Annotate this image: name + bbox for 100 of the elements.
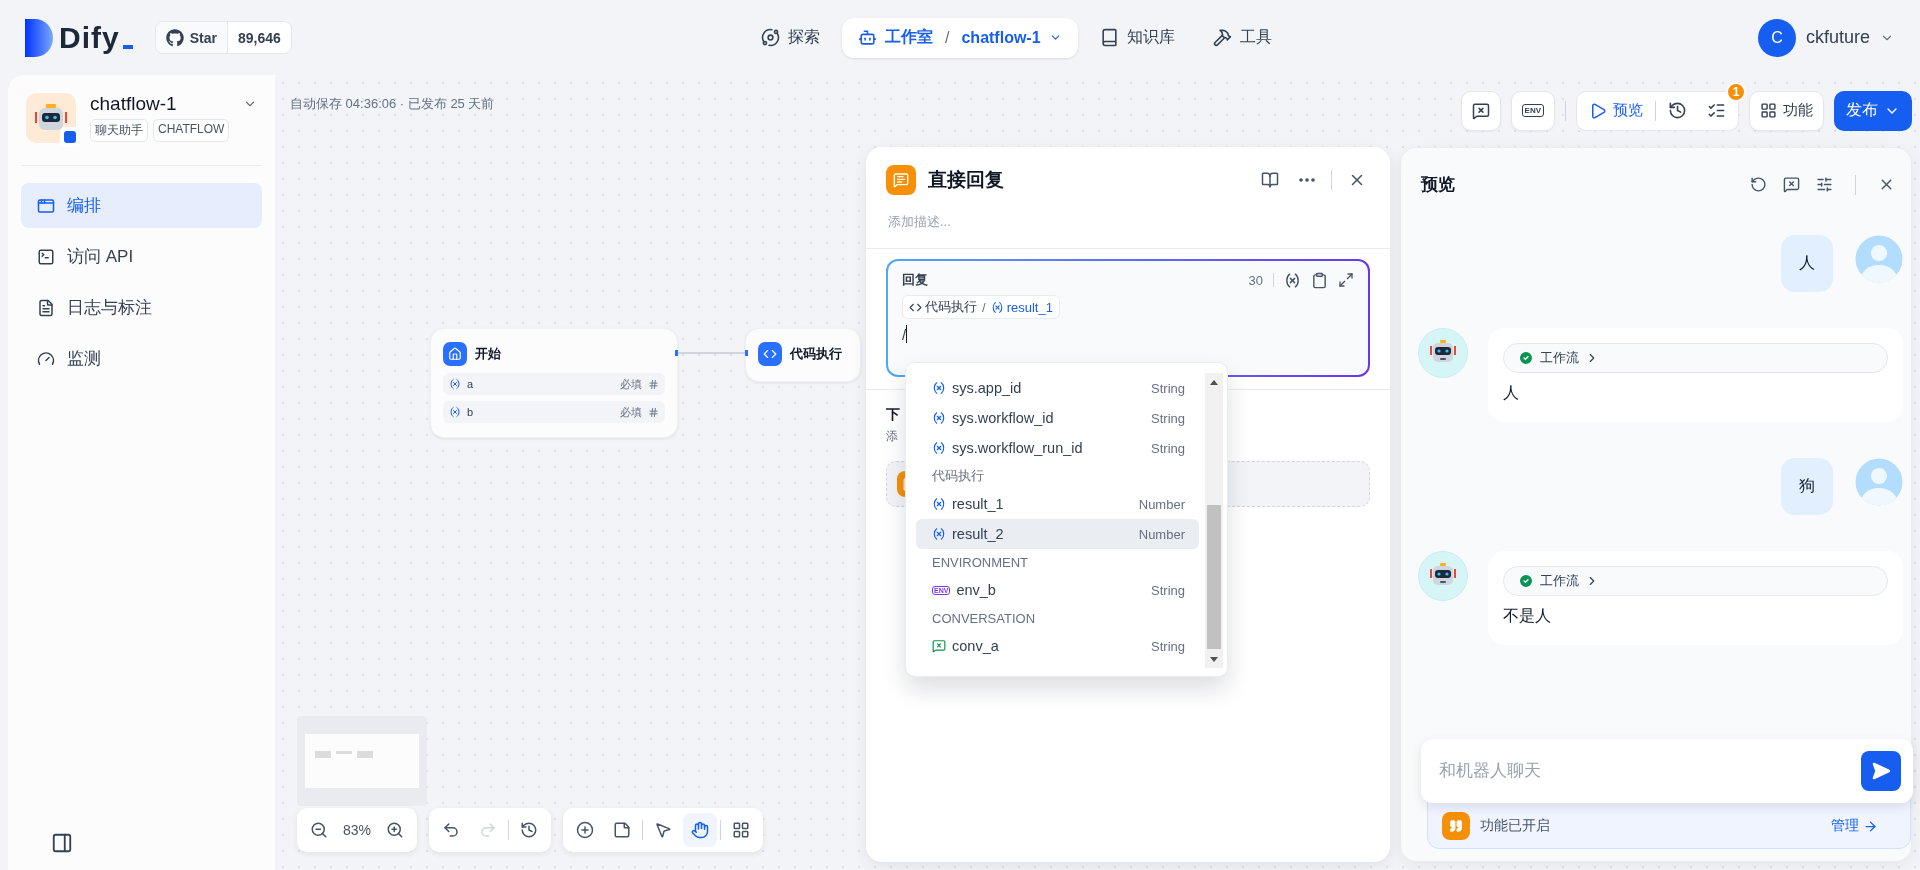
zoom-level: 83% <box>342 822 373 838</box>
bot-avatar <box>1418 328 1468 378</box>
typed-text: / <box>902 325 907 343</box>
dropdown-item[interactable]: result_2 Number <box>916 519 1199 549</box>
undo-icon <box>442 821 461 839</box>
app-tag: CHATFLOW <box>153 119 230 142</box>
field-label: 回复 <box>902 271 929 289</box>
variable-icon <box>449 378 461 390</box>
user-name: ckfuture <box>1805 27 1870 48</box>
required-label: 必填 <box>620 376 642 392</box>
github-icon <box>165 28 184 47</box>
document-icon <box>37 298 55 317</box>
checklist-icon <box>1707 101 1726 120</box>
user-message: 人 <box>1781 235 1833 292</box>
user-avatar <box>1855 235 1903 283</box>
chat-input-box[interactable]: 和机器人聊天 <box>1421 739 1913 803</box>
user-avatar <box>1855 458 1903 506</box>
autosave-status: 自动保存 04:36:06 · 已发布 25 天前 <box>290 95 495 113</box>
character-count: 30 <box>1248 272 1263 288</box>
nav-label: 工作室 <box>885 27 933 47</box>
more-icon <box>1299 178 1315 182</box>
clipboard-icon[interactable] <box>1311 271 1328 289</box>
star-button[interactable]: Star <box>155 22 228 53</box>
nav-tab[interactable]: 探索 <box>745 17 836 58</box>
variable-icon <box>932 381 946 395</box>
workflow-status[interactable]: 工作流 <box>1503 343 1888 373</box>
features-button[interactable]: 功能 <box>1749 90 1824 131</box>
text-cursor <box>906 325 908 343</box>
chat-input[interactable]: 和机器人聊天 <box>1437 760 1861 782</box>
section-description: 添 <box>886 428 898 445</box>
variable-name: a <box>467 378 474 390</box>
separator-text: / <box>982 299 986 315</box>
variable-name: b <box>467 406 474 418</box>
sidebar-item[interactable]: 访问 API <box>21 234 262 279</box>
group-label: 代码执行 <box>931 467 985 485</box>
chat-x-icon <box>1783 176 1800 193</box>
group-label: CONVERSATION <box>931 609 1037 628</box>
nav-tab[interactable]: 工具 <box>1196 17 1288 58</box>
nav-tab[interactable]: 知识库 <box>1083 17 1191 58</box>
zoom-out-icon <box>310 821 328 839</box>
nav-label: 知识库 <box>1126 27 1175 47</box>
orbit-icon <box>761 28 780 47</box>
expand-icon[interactable] <box>1338 272 1354 288</box>
message-text: 不是人 <box>1503 606 1551 626</box>
dropdown-item[interactable]: conv_a String <box>916 631 1199 661</box>
workflow-status[interactable]: 工作流 <box>1503 566 1888 596</box>
nav-label: 工具 <box>1239 27 1272 47</box>
node-name: 代码执行 <box>925 298 977 316</box>
manage-link[interactable]: 管理 <box>1831 817 1878 835</box>
start-node[interactable]: 开始 a 必填 b 必填 <box>430 328 678 438</box>
description-field[interactable]: 添加描述... <box>886 213 1370 230</box>
hand-icon <box>691 821 710 839</box>
app-name: chatflow-1 <box>961 28 1041 47</box>
hash-icon <box>648 378 659 390</box>
dropdown-item[interactable]: sys.workflow_run_id String <box>916 433 1199 463</box>
panel-title: 直接回复 <box>928 168 1005 192</box>
dropdown-item[interactable]: result_1 Number <box>916 489 1199 519</box>
logo-icon <box>25 18 53 57</box>
user-avatar[interactable]: C <box>1757 18 1796 57</box>
tool-button[interactable] <box>683 813 718 847</box>
separator-text: / <box>945 28 950 47</box>
variable-name: result_2 <box>952 526 1004 542</box>
grid-icon <box>732 821 751 839</box>
pointer-icon <box>654 821 673 839</box>
node-title: 代码执行 <box>790 345 842 363</box>
message-text: 人 <box>1503 383 1519 403</box>
env-button[interactable]: ENV <box>1510 90 1555 131</box>
hash-icon <box>648 406 659 418</box>
variable-type: String <box>1151 582 1185 598</box>
variable-type: Number <box>1138 526 1185 542</box>
variable-name: env_b <box>956 582 996 598</box>
send-button[interactable] <box>1861 751 1901 791</box>
variable-name: sys.workflow_run_id <box>952 440 1083 456</box>
variable-icon <box>932 527 946 541</box>
variable-name: result_1 <box>1006 299 1053 315</box>
sidebar-item[interactable]: 日志与标注 <box>21 285 262 330</box>
dropdown-item[interactable]: sys.workflow_id String <box>916 403 1199 433</box>
restart-icon <box>1750 176 1767 193</box>
panel-toggle-icon[interactable] <box>51 832 73 854</box>
sidebar-item[interactable]: 编排 <box>21 183 262 228</box>
chat-x-icon <box>1471 101 1490 120</box>
variable-name: result_1 <box>952 496 1004 512</box>
code-node[interactable]: 代码执行 <box>745 328 861 382</box>
hammer-icon <box>1212 28 1232 47</box>
add-icon <box>576 821 595 839</box>
user-message: 狗 <box>1781 458 1833 515</box>
gauge-icon <box>37 349 55 368</box>
variable-type: String <box>1151 638 1185 654</box>
nav-tab[interactable]: 工作室 / chatflow-1 <box>842 17 1078 58</box>
variable-icon <box>449 406 461 418</box>
chat-x-icon <box>932 639 946 653</box>
success-icon <box>1518 573 1534 589</box>
variable-icon[interactable] <box>1284 271 1301 289</box>
redo-icon <box>479 821 498 839</box>
publish-button[interactable]: 发布 <box>1834 90 1912 131</box>
nav-label: 探索 <box>788 27 820 47</box>
reply-editor[interactable]: 回复 30 代码执行 / result_1 / <box>886 259 1370 377</box>
sidebar-item[interactable]: 监测 <box>21 336 262 381</box>
conversation-vars-button[interactable] <box>1460 90 1501 131</box>
note-icon <box>613 821 632 839</box>
